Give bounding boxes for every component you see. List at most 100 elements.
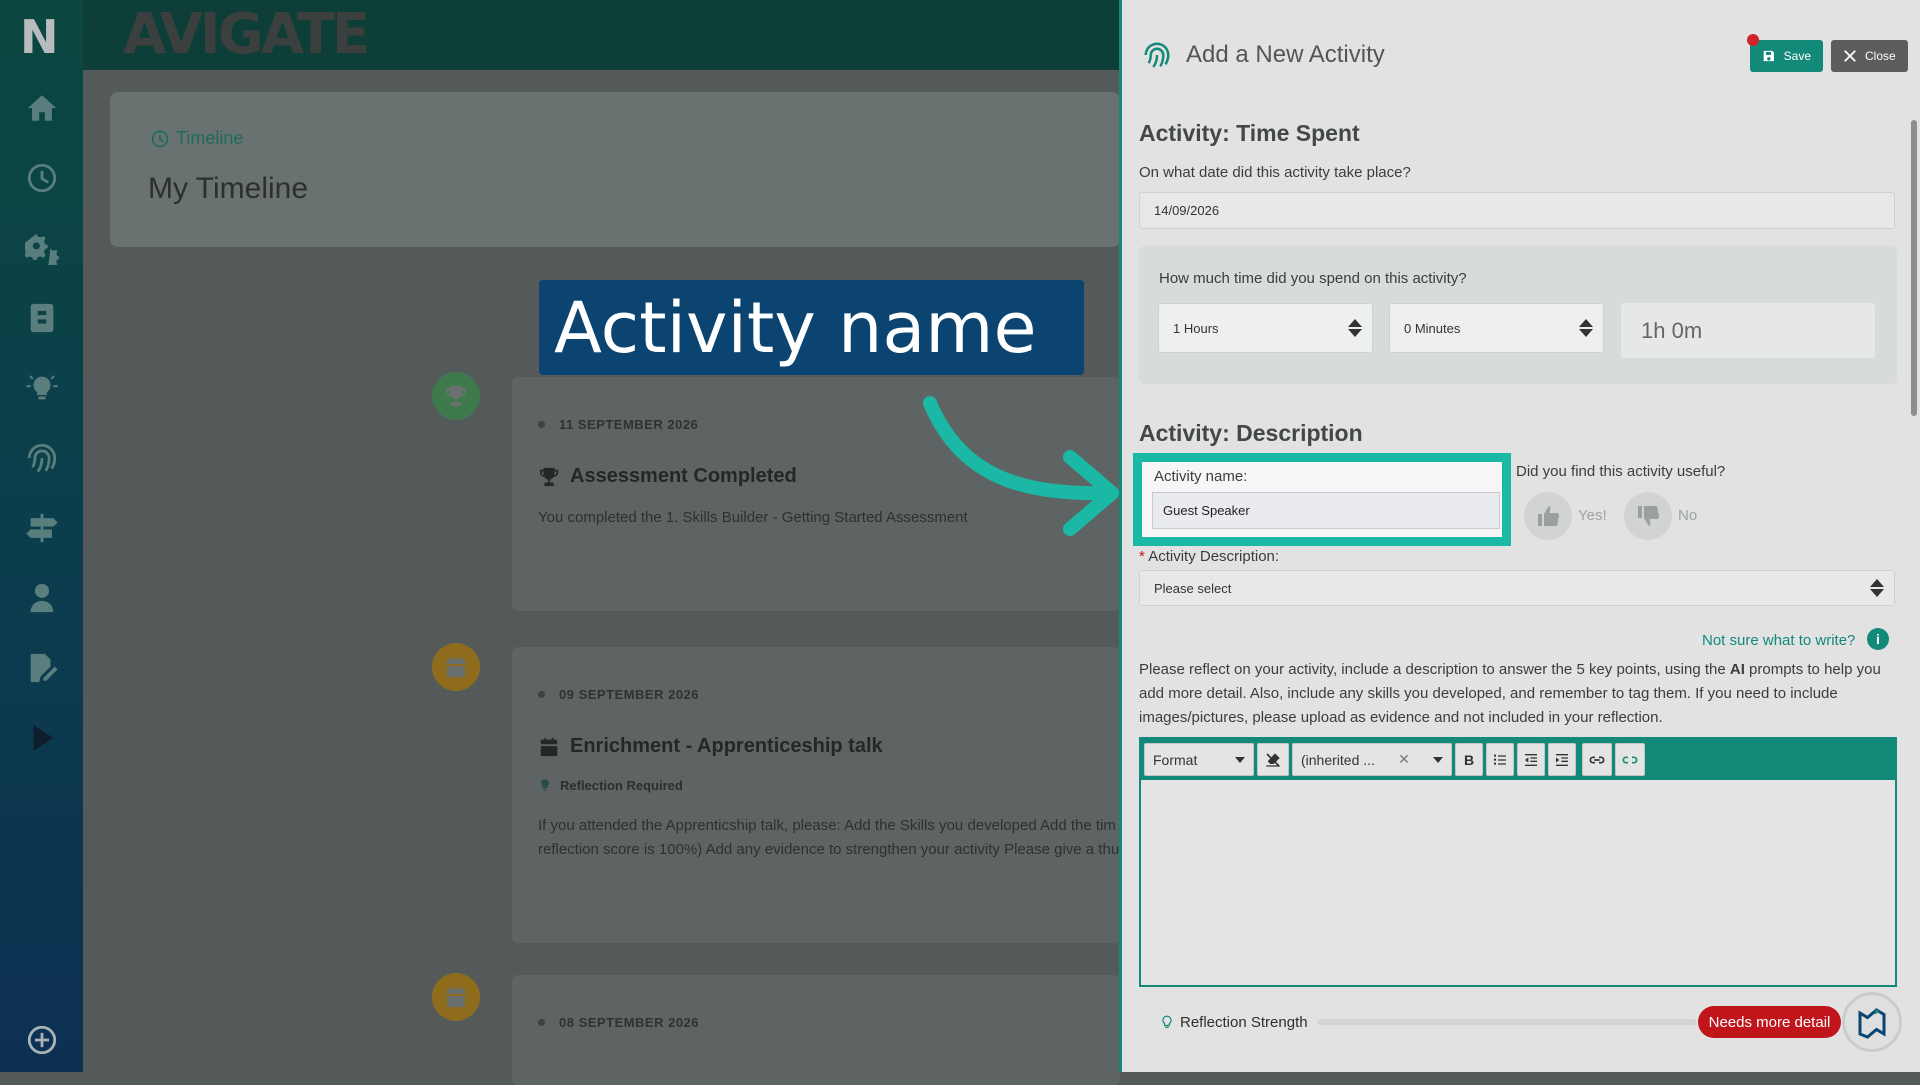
thumbs-down-icon (1638, 505, 1660, 526)
yes-label[interactable]: Yes! (1578, 507, 1607, 524)
user-icon[interactable] (0, 578, 83, 618)
reflection-label-text: Reflection Strength (1180, 1013, 1308, 1031)
close-label: Close (1865, 49, 1896, 63)
thumbs-down-button[interactable] (1624, 492, 1672, 540)
clear-format-button[interactable] (1257, 743, 1289, 776)
card-date: 08 SEPTEMBER 2026 (538, 1015, 699, 1030)
bold-button[interactable]: B (1455, 743, 1483, 776)
select-arrows-icon (1579, 318, 1593, 338)
play-icon[interactable] (0, 718, 83, 758)
callout-arrow (923, 396, 1119, 536)
indent-button[interactable] (1548, 743, 1576, 776)
card-text: If you attended the Apprenticship talk, … (538, 817, 1116, 834)
timeline-card[interactable]: 08 SEPTEMBER 2026 (512, 975, 1120, 1085)
card-date: 11 SEPTEMBER 2026 (538, 417, 698, 432)
editor-toolbar: Format (inherited ... ✕ B (1141, 739, 1895, 780)
date-field[interactable]: 14/09/2026 (1139, 192, 1895, 229)
chevron-down-icon (1235, 756, 1245, 763)
assistant-icon (1858, 1008, 1886, 1039)
format-dropdown[interactable]: Format (1144, 743, 1254, 776)
scrollbar[interactable] (1910, 108, 1918, 1068)
chevron-down-icon (1432, 756, 1443, 763)
rich-text-editor[interactable]: Format (inherited ... ✕ B (1139, 737, 1897, 987)
useful-label: Did you find this activity useful? (1516, 463, 1726, 480)
bullet-list-icon (1494, 754, 1506, 765)
select-arrows-icon (1870, 578, 1884, 598)
save-label: Save (1783, 49, 1811, 63)
assistant-button[interactable] (1842, 992, 1902, 1052)
outdent-button[interactable] (1517, 743, 1545, 776)
timeline-card[interactable]: 09 SEPTEMBER 2026 Enrichment - Apprentic… (512, 647, 1120, 943)
hours-value: 1 Hours (1173, 320, 1219, 336)
calendar-icon (540, 737, 558, 756)
unlink-icon (1622, 756, 1638, 763)
panel-title: Add a New Activity (1186, 41, 1385, 68)
scrollbar-thumb[interactable] (1911, 120, 1917, 416)
fingerprint-icon[interactable] (0, 438, 83, 478)
panel-header: Add a New Activity (1142, 40, 1385, 70)
no-label[interactable]: No (1678, 507, 1697, 524)
clock-icon (151, 130, 169, 147)
close-icon (1844, 50, 1856, 62)
calendar-icon (447, 657, 465, 677)
instructions-text: Please reflect on your activity, include… (1139, 658, 1899, 730)
save-button[interactable]: Save (1750, 40, 1823, 72)
card-title: Assessment Completed (538, 465, 797, 488)
reflection-strength-label: Reflection Strength (1160, 1013, 1308, 1031)
add-icon[interactable] (0, 1020, 83, 1060)
thumbs-up-button[interactable] (1524, 492, 1572, 540)
reflection-strength-bar (1317, 1019, 1697, 1025)
card-title: Enrichment - Apprenticeship talk (538, 735, 883, 758)
card-text: reflection score is 100%) Add any eviden… (538, 841, 1120, 858)
trophy-badge (432, 372, 480, 420)
bullet-list-button[interactable] (1486, 743, 1514, 776)
minutes-select[interactable]: 0 Minutes (1389, 303, 1604, 353)
gears-icon[interactable] (0, 228, 83, 268)
breadcrumb-label: Timeline (176, 128, 244, 148)
description-label-text: Activity Description: (1148, 548, 1280, 565)
trophy-icon (446, 386, 466, 406)
description-label: * Activity Description: (1139, 548, 1279, 565)
clock-icon[interactable] (0, 158, 83, 198)
logo: N (20, 10, 58, 64)
unlink-button[interactable] (1615, 743, 1645, 776)
select-arrows-icon (1348, 318, 1362, 338)
description-select[interactable]: Please select (1139, 570, 1895, 606)
help-link[interactable]: Not sure what to write? (1702, 632, 1855, 649)
outdent-icon (1525, 753, 1537, 766)
instructions-ai: AI (1729, 661, 1745, 678)
clipboard-icon[interactable] (0, 298, 83, 338)
time-spent-box: How much time did you spend on this acti… (1139, 246, 1897, 384)
font-label: (inherited ... (1301, 751, 1375, 768)
page-title: My Timeline (148, 172, 309, 205)
activity-name-input[interactable]: Guest Speaker (1152, 492, 1500, 529)
brand-name: AVIGATE (123, 2, 370, 67)
save-icon (1763, 50, 1774, 62)
instructions-part: Please reflect on your activity, include… (1139, 661, 1730, 678)
minutes-value: 0 Minutes (1404, 320, 1461, 336)
card-date: 09 SEPTEMBER 2026 (538, 687, 699, 702)
lightbulb-icon (1162, 1015, 1172, 1028)
fingerprint-icon (1144, 42, 1170, 68)
reflection-tag: Reflection Required (538, 777, 683, 793)
clear-icon[interactable]: ✕ (1398, 751, 1410, 768)
home-icon[interactable] (0, 88, 83, 128)
card-text: You completed the 1. Skills Builder - Ge… (538, 509, 968, 526)
close-button[interactable]: Close (1831, 40, 1908, 72)
activity-name-highlight: Activity name: Guest Speaker (1133, 453, 1511, 546)
indent-icon (1556, 753, 1568, 766)
reflection-status-badge: Needs more detail (1698, 1006, 1841, 1038)
hours-select[interactable]: 1 Hours (1158, 303, 1373, 353)
required-marker: * (1139, 548, 1145, 565)
font-dropdown[interactable]: (inherited ... ✕ (1292, 743, 1452, 776)
lightbulb-icon[interactable] (0, 368, 83, 408)
sidebar: N (0, 0, 83, 1072)
edit-icon[interactable] (0, 648, 83, 688)
section-title: Activity: Time Spent (1139, 120, 1360, 146)
link-button[interactable] (1582, 743, 1612, 776)
timeline-breadcrumb[interactable]: Timeline (150, 128, 243, 149)
signpost-icon[interactable] (0, 508, 83, 548)
link-icon (1589, 756, 1605, 763)
notification-dot (1747, 34, 1759, 46)
info-icon[interactable]: i (1867, 628, 1889, 650)
